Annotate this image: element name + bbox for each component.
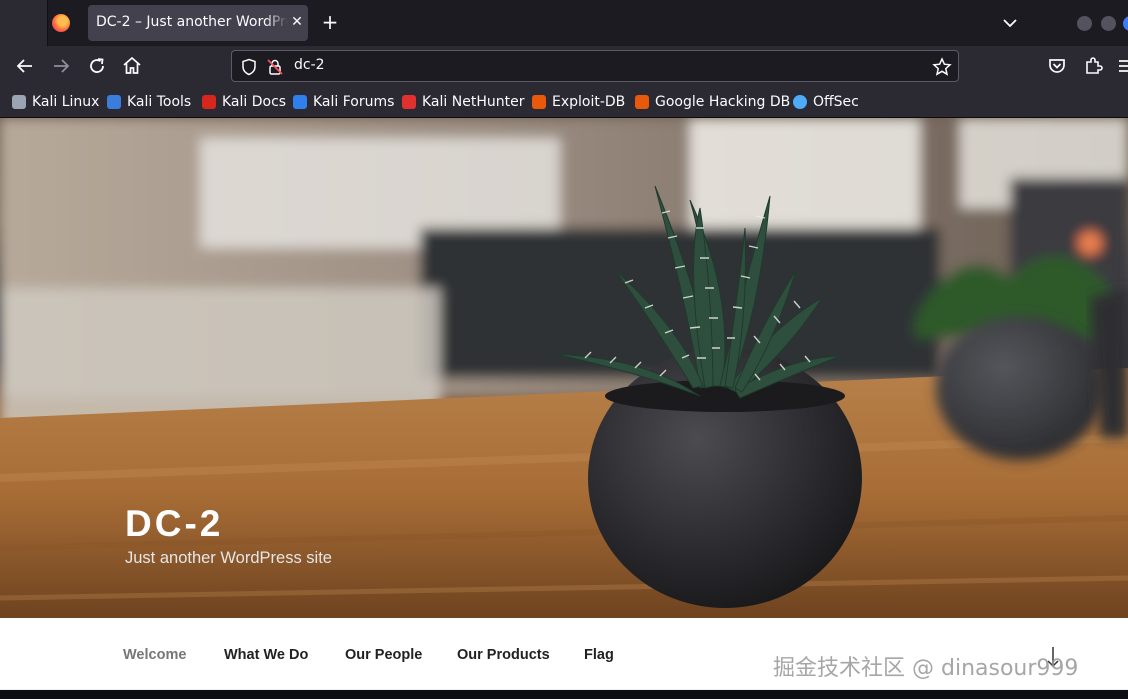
pinned-tab-area: [0, 0, 48, 46]
new-tab-button[interactable]: +: [318, 11, 342, 35]
kali-dragon-icon: [12, 95, 26, 109]
ghdb-icon: [635, 95, 649, 109]
bookmark-label: Kali Docs: [222, 94, 287, 110]
menu-item-flag[interactable]: Flag: [584, 647, 614, 663]
bookmark-label: OffSec: [813, 94, 859, 110]
menu-item-our-people[interactable]: Our People: [345, 647, 422, 663]
close-tab-icon[interactable]: ✕: [288, 13, 306, 31]
maximize-button[interactable]: [1101, 16, 1116, 31]
arrow-left-icon[interactable]: [13, 54, 37, 78]
offsec-icon: [793, 95, 807, 109]
kali-forums-icon: [293, 95, 307, 109]
url-text[interactable]: dc-2: [294, 57, 325, 73]
kali-nethunter-icon: [402, 95, 416, 109]
firefox-logo-icon: [52, 14, 70, 32]
bookmark-label: Kali Forums: [313, 94, 395, 110]
puzzle-icon[interactable]: [1081, 54, 1105, 78]
kali-tools-icon: [107, 95, 121, 109]
bookmark-label: Kali Linux: [32, 94, 100, 110]
bookmark-label: Kali Tools: [127, 94, 192, 110]
reload-icon[interactable]: [85, 54, 109, 78]
home-icon[interactable]: [120, 54, 144, 78]
star-icon[interactable]: [932, 57, 952, 77]
site-title[interactable]: DC-2: [125, 503, 223, 545]
url-bar[interactable]: dc-2: [231, 50, 959, 82]
bookmark-label: Kali NetHunter: [422, 94, 525, 110]
site-tagline: Just another WordPress site: [125, 549, 332, 567]
bookmark-google-hacking-db[interactable]: Google Hacking DB: [635, 93, 790, 111]
bookmark-kali-forums[interactable]: Kali Forums: [293, 93, 394, 111]
tab-active[interactable]: DC-2 – Just another WordPress site ✕: [88, 5, 308, 41]
navigation-toolbar: dc-2: [0, 46, 1128, 86]
close-window-button[interactable]: [1123, 16, 1128, 31]
bookmark-label: Google Hacking DB: [655, 94, 791, 110]
bookmark-kali-tools[interactable]: Kali Tools: [107, 93, 191, 111]
bookmark-kali-docs[interactable]: Kali Docs: [202, 93, 286, 111]
menu-item-our-products[interactable]: Our Products: [457, 647, 550, 663]
bookmark-exploit-db[interactable]: Exploit-DB: [532, 93, 625, 111]
arrow-right-icon[interactable]: [49, 54, 73, 78]
bookmark-offsec[interactable]: OffSec: [793, 93, 859, 111]
header-image: DC-2 Just another WordPress site: [0, 118, 1128, 618]
tab-title: DC-2 – Just another WordPress site: [96, 14, 288, 30]
bookmark-kali-nethunter[interactable]: Kali NetHunter: [402, 93, 524, 111]
pocket-icon[interactable]: [1045, 54, 1069, 78]
shield-icon[interactable]: [240, 58, 258, 76]
watermark-text: 掘金技术社区 @ dinasour999: [773, 656, 1079, 681]
exploit-db-icon: [532, 95, 546, 109]
minimize-button[interactable]: [1077, 16, 1092, 31]
menu-item-welcome[interactable]: Welcome: [123, 647, 186, 663]
content-edge: [0, 690, 1128, 699]
web-page: DC-2 Just another WordPress site Welcome…: [0, 118, 1128, 699]
bookmarks-toolbar: Kali Linux Kali Tools Kali Docs Kali For…: [0, 86, 1128, 118]
bookmark-kali-linux[interactable]: Kali Linux: [12, 93, 99, 111]
hamburger-icon[interactable]: [1115, 54, 1128, 78]
chevron-down-icon[interactable]: [998, 13, 1022, 33]
tab-strip: DC-2 – Just another WordPress site ✕ +: [0, 0, 1128, 46]
menu-item-what-we-do[interactable]: What We Do: [224, 647, 308, 663]
bookmark-label: Exploit-DB: [552, 94, 626, 110]
insecure-lock-icon[interactable]: [266, 58, 284, 76]
kali-docs-icon: [202, 95, 216, 109]
